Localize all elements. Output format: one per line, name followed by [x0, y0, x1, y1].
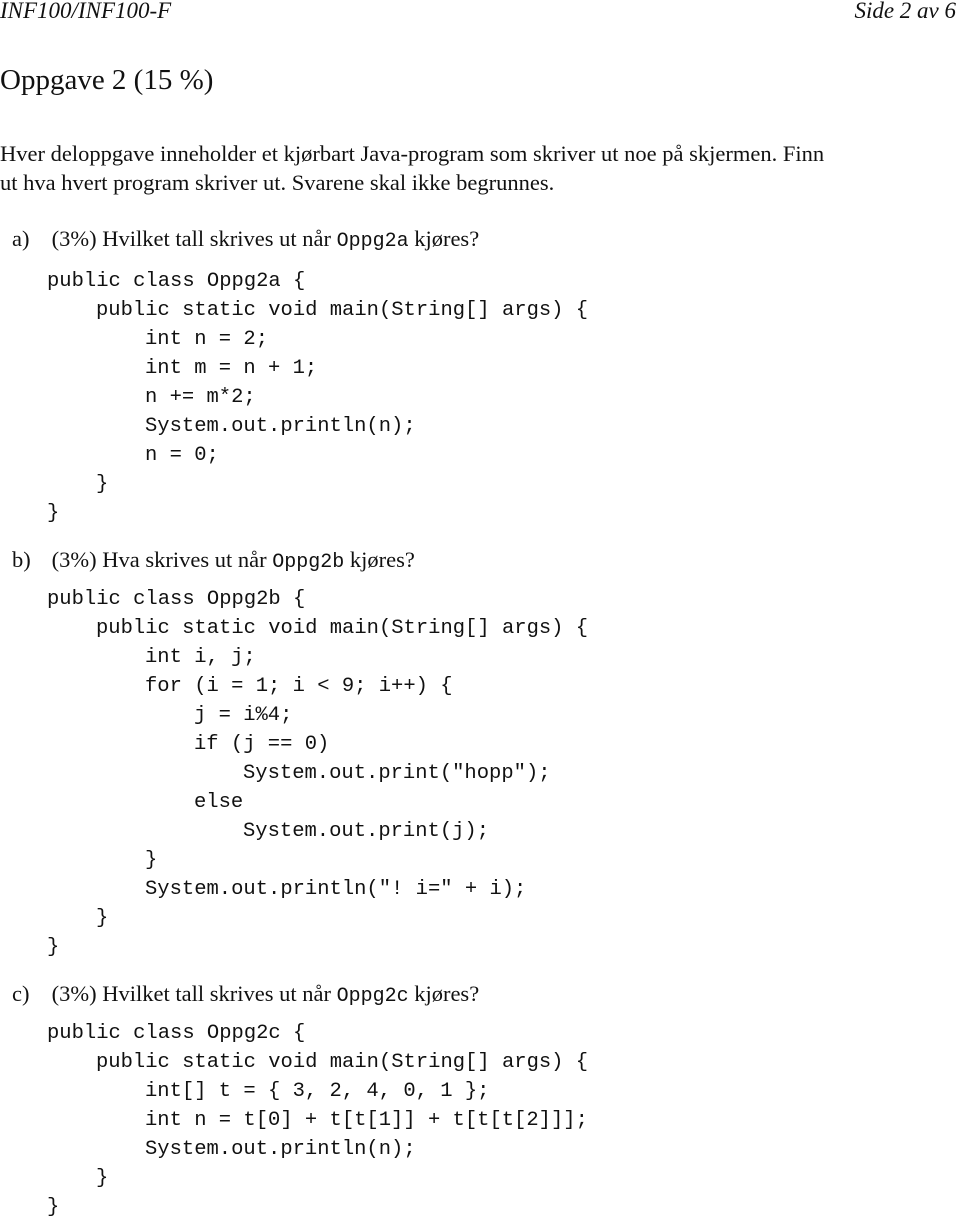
question-c: c) (3%) Hvilket tall skrives ut når Oppg… [12, 981, 479, 1008]
question-class-name: Oppg2b [272, 551, 345, 574]
question-weight: (3%) [51, 226, 97, 251]
code-line: System.out.print("hopp"); [243, 762, 551, 785]
intro-line: ut hva hvert program skriver ut. Svarene… [0, 170, 555, 195]
code-line: public class Oppg2c { [47, 1022, 306, 1045]
question-label: c) [12, 981, 30, 1006]
code-line: System.out.println("! i=" + i); [145, 878, 527, 901]
code-line: for (i = 1; i < 9; i++) { [145, 675, 453, 698]
code-line: else [194, 791, 244, 814]
question-text: Hvilket tall skrives ut når [102, 981, 331, 1006]
code-block-b: public class Oppg2b { public static void … [47, 585, 588, 962]
header-course: INF100/INF100-F [0, 0, 172, 23]
code-line: System.out.println(n); [145, 415, 416, 438]
header-page-number: Side 2 av 6 [854, 0, 956, 23]
code-line: n += m*2; [145, 386, 256, 409]
code-line: int n = 2; [145, 328, 269, 351]
question-text: Hva skrives ut når [102, 547, 267, 572]
code-line: if (j == 0) [194, 733, 330, 756]
code-line: } [47, 936, 60, 959]
code-line: } [47, 502, 60, 525]
question-label: a) [12, 226, 30, 251]
question-b: b) (3%) Hva skrives ut når Oppg2b kjøres… [12, 547, 415, 574]
question-label: b) [12, 547, 31, 572]
question-a: a) (3%) Hvilket tall skrives ut når Oppg… [12, 226, 479, 253]
code-line: System.out.println(n); [145, 1138, 416, 1161]
code-block-a: public class Oppg2a { public static void … [47, 267, 588, 528]
code-line: int i, j; [145, 646, 256, 669]
code-line: } [96, 907, 109, 930]
code-line: } [47, 1196, 60, 1219]
code-block-c: public class Oppg2c { public static void … [47, 1019, 588, 1222]
code-line: public static void main(String[] args) { [96, 1051, 589, 1074]
code-line: int[] t = { 3, 2, 4, 0, 1 }; [145, 1080, 490, 1103]
question-text-end: kjøres? [414, 226, 480, 251]
code-line: j = i%4; [194, 704, 293, 727]
intro-line: Hver deloppgave inneholder et kjørbart J… [0, 141, 825, 166]
intro-paragraph: Hver deloppgave inneholder et kjørbart J… [0, 139, 960, 197]
code-line: } [145, 849, 158, 872]
question-class-name: Oppg2c [336, 985, 409, 1008]
question-weight: (3%) [51, 547, 97, 572]
code-line: n = 0; [145, 444, 219, 467]
code-line: } [96, 473, 109, 496]
question-text-end: kjøres? [349, 547, 415, 572]
question-class-name: Oppg2a [336, 230, 409, 253]
code-line: int n = t[0] + t[t[1]] + t[t[t[2]]]; [145, 1109, 588, 1132]
code-line: public class Oppg2b { [47, 588, 306, 611]
question-text-end: kjøres? [414, 981, 480, 1006]
code-line: } [96, 1167, 109, 1190]
code-line: public static void main(String[] args) { [96, 299, 589, 322]
code-line: public static void main(String[] args) { [96, 617, 589, 640]
code-line: System.out.print(j); [243, 820, 490, 843]
question-weight: (3%) [51, 981, 97, 1006]
code-line: int m = n + 1; [145, 357, 318, 380]
code-line: public class Oppg2a { [47, 270, 306, 293]
section-title: Oppgave 2 (15 %) [0, 64, 214, 96]
question-text: Hvilket tall skrives ut når [102, 226, 331, 251]
